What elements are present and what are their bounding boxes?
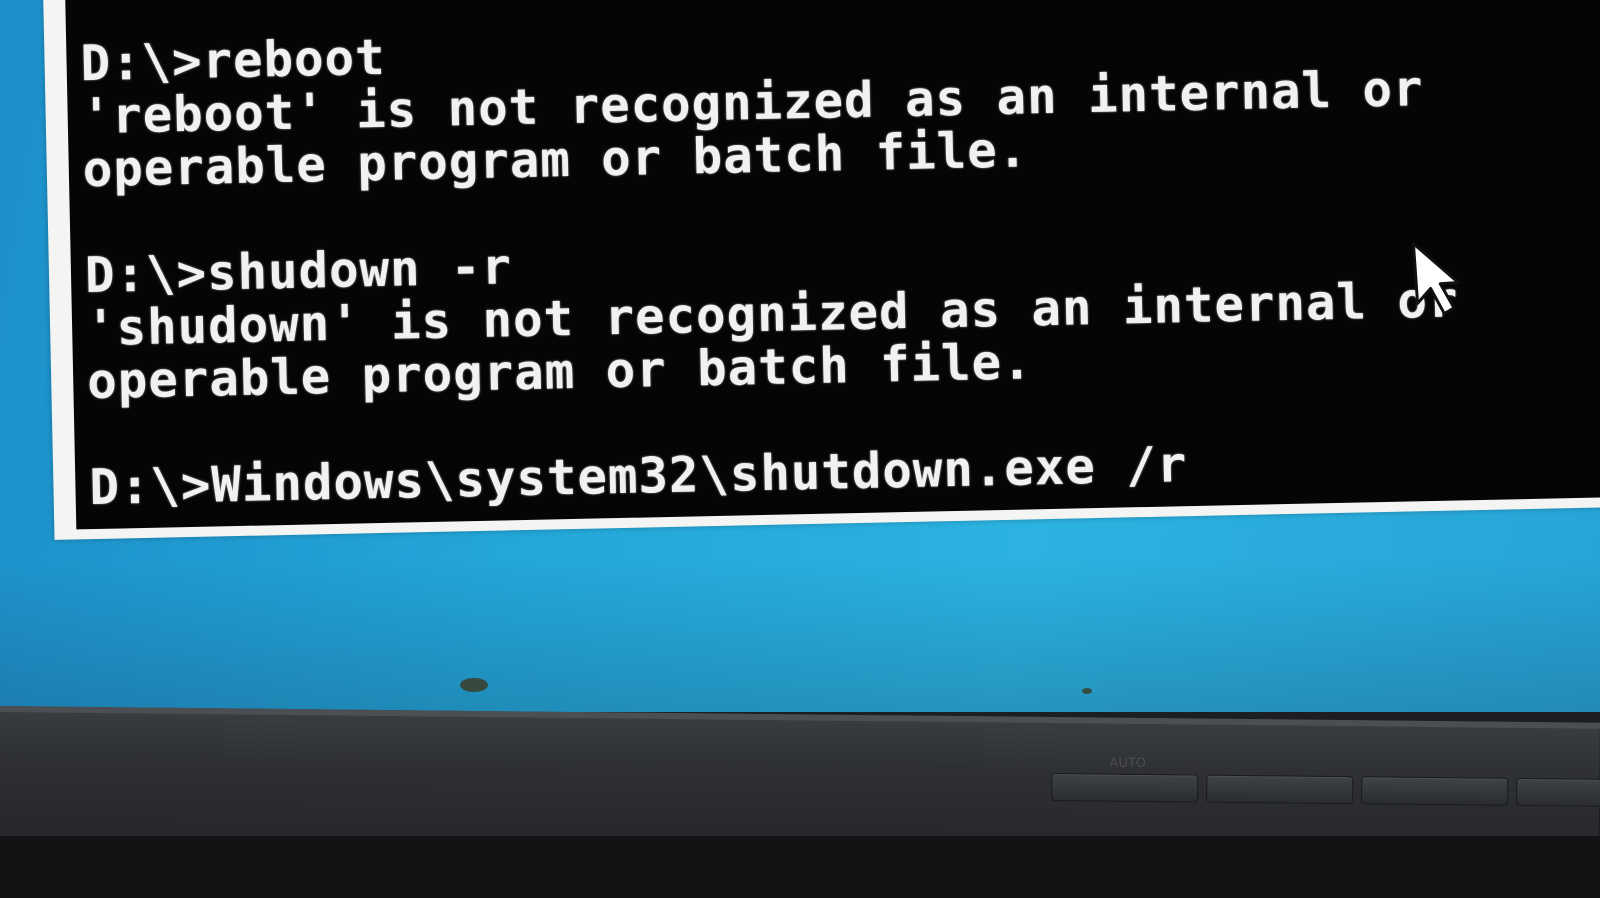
monitor-menu-button[interactable] <box>1206 774 1354 805</box>
mouse-pointer-icon <box>1411 242 1460 316</box>
monitor-plus-button[interactable] <box>1516 777 1600 808</box>
photo-scene: D:\>reboot 'reboot' is not recognized as… <box>0 0 1600 898</box>
monitor-auto-button[interactable] <box>1051 773 1199 803</box>
screen-smudge <box>1082 688 1092 694</box>
bezel-label-auto: AUTO <box>1109 755 1147 772</box>
monitor-bezel: AUTO <box>0 706 1600 853</box>
console-output[interactable]: D:\>reboot 'reboot' is not recognized as… <box>63 0 1600 530</box>
command-prompt-window[interactable]: D:\>reboot 'reboot' is not recognized as… <box>42 0 1600 540</box>
monitor-button-row <box>1051 773 1600 808</box>
desktop-shade <box>0 560 1600 712</box>
desk-surface <box>0 836 1600 898</box>
screen-smudge <box>460 678 488 692</box>
monitor-minus-button[interactable] <box>1361 776 1509 806</box>
